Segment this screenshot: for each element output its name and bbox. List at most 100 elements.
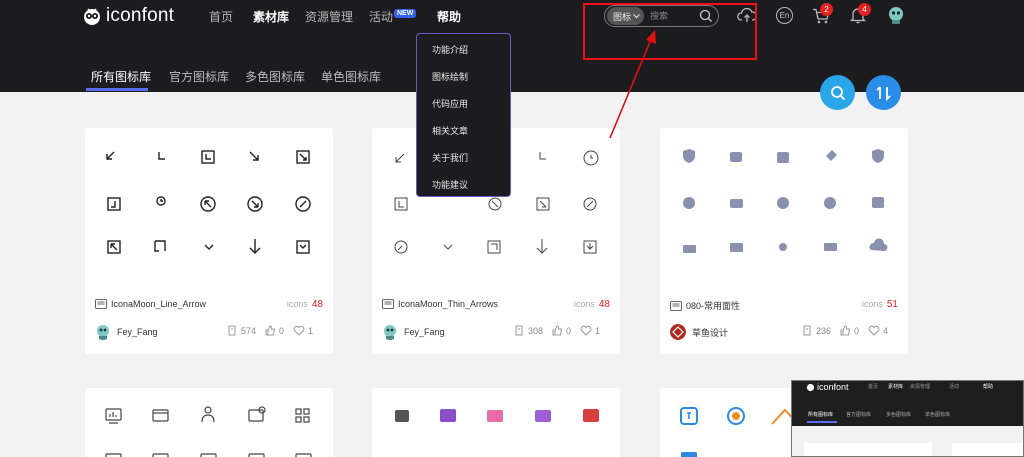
floating-search-button[interactable] [820, 75, 855, 110]
heart-icon[interactable] [293, 325, 305, 336]
collect-icon[interactable] [801, 325, 813, 336]
collect-count: 574 [240, 325, 256, 336]
menu-item-feedback[interactable]: 功能建议 [432, 178, 468, 191]
card-author[interactable]: Fey_Fang [382, 324, 445, 340]
heart-icon[interactable] [868, 325, 880, 336]
icon-count: icons 48 [574, 299, 610, 310]
logo-icon [84, 8, 100, 25]
page-thumbnail-preview[interactable]: iconfont 首页 素材库 资源管理 活动 帮助 所有图标库 官方图标库 多… [791, 380, 1024, 457]
icon-preview-grid [683, 149, 888, 253]
nav-home[interactable]: 首页 [209, 8, 233, 25]
active-tab-indicator [86, 88, 148, 91]
notification-count-badge: 4 [858, 3, 871, 16]
language-toggle[interactable]: En [776, 7, 793, 24]
thumbnail-tab-all: 所有图标库 [808, 412, 834, 418]
card-stats: 574 0 1 [226, 325, 313, 336]
tab-mono-libraries[interactable]: 单色图标库 [321, 68, 381, 85]
nav-resources[interactable]: 资源管理 [305, 8, 353, 25]
language-label: En [779, 11, 790, 20]
icon-preview-grid [106, 150, 311, 254]
sort-button[interactable] [866, 75, 901, 110]
cart-count-badge: 2 [820, 3, 833, 16]
thumbnail-content [792, 426, 1023, 456]
icons-label: icons [286, 299, 308, 309]
library-icon [670, 300, 682, 311]
thumbnail-tab-official: 官方图标库 [846, 412, 872, 418]
collect-icon[interactable] [513, 325, 525, 336]
icon-library-card[interactable] [372, 388, 620, 457]
like-count: 0 [278, 325, 284, 336]
sort-icon [875, 85, 891, 101]
tab-official-libraries[interactable]: 官方图标库 [169, 68, 229, 85]
library-icon [95, 299, 107, 309]
card-title: IconaMoon_Thin_Arrows [382, 299, 498, 309]
nav-help[interactable]: 帮助 [437, 8, 461, 25]
icon-library-card[interactable] [85, 388, 333, 457]
card-title-text: IconaMoon_Line_Arrow [111, 299, 207, 309]
thumbnail-brand: iconfont [817, 382, 849, 392]
nav-events[interactable]: 活动 [369, 8, 393, 25]
icon-count: icons 51 [862, 299, 898, 310]
like-count: 0 [853, 325, 859, 336]
card-title: IconaMoon_Line_Arrow [95, 299, 206, 309]
library-icon [382, 299, 394, 309]
menu-item-code[interactable]: 代码应用 [432, 97, 468, 110]
icons-label: icons [861, 299, 883, 309]
logo[interactable]: iconfont [82, 5, 174, 27]
card-author[interactable]: Fey_Fang [95, 324, 158, 340]
collect-icon[interactable] [226, 325, 238, 336]
favorite-count: 1 [594, 325, 600, 336]
icon-library-card[interactable]: IconaMoon_Line_Arrow icons 48 Fey_Fang 57… [85, 128, 333, 354]
thumbnail-card [804, 443, 932, 456]
help-dropdown-menu: 功能介绍 图标绘制 代码应用 相关文章 关于我们 功能建议 [416, 33, 511, 197]
tab-all-libraries[interactable]: 所有图标库 [91, 68, 151, 85]
card-stats: 308 0 1 [513, 325, 600, 336]
thumbnail-nav-resources: 资源管理 [910, 384, 931, 390]
thumbs-up-icon[interactable] [265, 325, 276, 336]
icon-count-value: 48 [311, 299, 323, 310]
menu-item-intro[interactable]: 功能介绍 [432, 43, 468, 56]
card-title-text: IconaMoon_Thin_Arrows [398, 299, 499, 309]
thumbnail-tab-mono: 单色图标库 [925, 412, 951, 418]
menu-item-articles[interactable]: 相关文章 [432, 124, 468, 137]
thumbnail-nav-help: 帮助 [983, 384, 994, 390]
author-name: Fey_Fang [117, 327, 158, 337]
author-name: 草鱼设计 [692, 327, 729, 338]
menu-item-drawing[interactable]: 图标绘制 [432, 70, 468, 83]
like-count: 0 [565, 325, 571, 336]
menu-item-about[interactable]: 关于我们 [432, 151, 468, 164]
new-badge: NEW [394, 9, 417, 18]
thumbnail-nav-library: 素材库 [888, 384, 904, 390]
thumbs-up-icon[interactable] [552, 325, 563, 336]
avatar [97, 325, 109, 340]
logo-icon [806, 383, 815, 391]
thumbnail-tab-multicolor: 多色图标库 [886, 412, 912, 418]
icon-library-card[interactable]: 080-常用面性 icons 51 草鱼设计 236 0 4 [660, 128, 908, 354]
icon-count-value: 48 [598, 299, 610, 310]
thumbs-up-icon[interactable] [840, 325, 851, 336]
tab-multicolor-libraries[interactable]: 多色图标库 [245, 68, 305, 85]
thumbnail-tab-indicator [807, 421, 837, 423]
collect-count: 308 [527, 325, 543, 336]
icon-preview-grid [395, 409, 599, 422]
favorite-count: 4 [882, 325, 888, 336]
nav-library[interactable]: 素材库 [253, 8, 289, 25]
author-name: Fey_Fang [404, 327, 445, 337]
icon-count-value: 51 [886, 299, 898, 310]
annotation-highlight-box [583, 3, 757, 60]
avatar [384, 325, 396, 340]
icon-count: icons 48 [287, 299, 323, 310]
thumbnail-nav-events: 活动 [949, 384, 960, 390]
thumbnail-logo: iconfont [806, 382, 849, 392]
heart-icon[interactable] [580, 325, 592, 336]
card-author[interactable]: 草鱼设计 [670, 324, 728, 340]
thumbnail-card [952, 443, 1023, 456]
brand-name: iconfont [106, 5, 175, 26]
card-title-text: 080-常用面性 [686, 301, 741, 311]
card-title: 080-常用面性 [670, 299, 740, 312]
thumbnail-nav-home: 首页 [868, 384, 879, 390]
collect-count: 236 [815, 325, 831, 336]
user-avatar[interactable] [887, 5, 905, 25]
icons-label: icons [573, 299, 595, 309]
icon-preview-grid [105, 406, 312, 457]
